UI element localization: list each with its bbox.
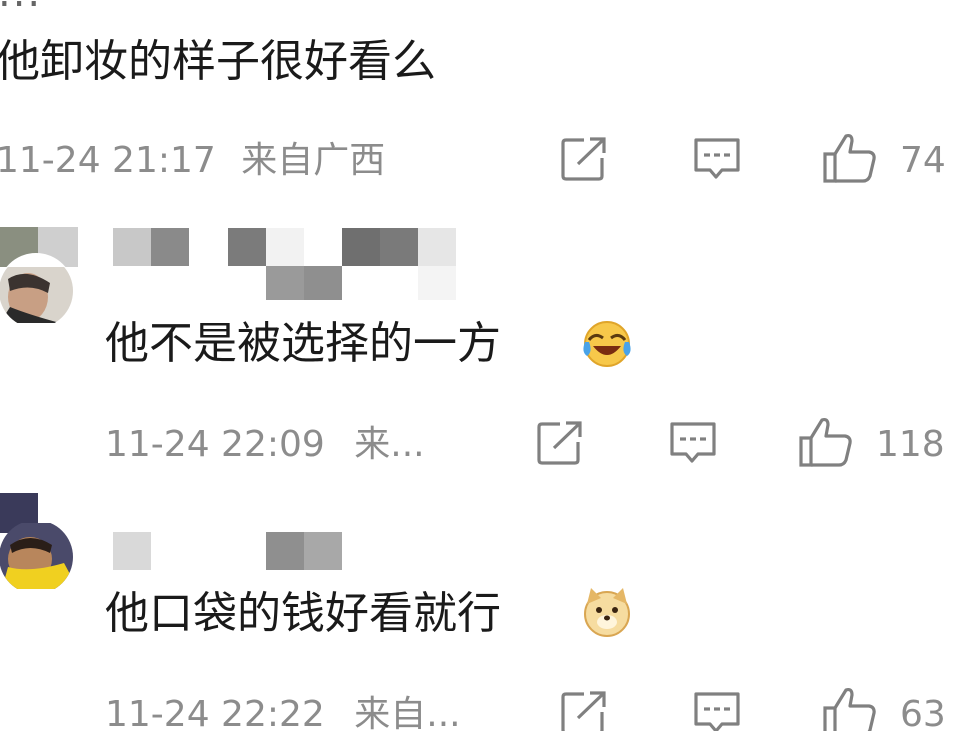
share-icon[interactable]: [536, 420, 584, 466]
reply-location: 来...: [354, 424, 425, 465]
reply-meta: 11-24 22:09 来...: [105, 427, 425, 463]
doge-emoji: [584, 588, 630, 637]
comment-text: 他卸妆的样子很好看么: [0, 36, 436, 87]
reply-text-content: 他不是被选择的一方: [105, 318, 501, 369]
comment-icon[interactable]: [692, 136, 742, 182]
thumbs-up-icon[interactable]: [798, 416, 854, 468]
avatar[interactable]: [0, 493, 78, 589]
laugh-cry-emoji: [583, 321, 631, 367]
reply-location: 来自...: [354, 694, 461, 731]
comment-date: 11-24 21:17: [0, 140, 216, 181]
comment-feed: ... 他卸妆的样子很好看么 11-24 21:17 来自广西 74: [0, 0, 953, 731]
like-count: 63: [900, 694, 946, 731]
reply-text-content: 他口袋的钱好看就行: [105, 588, 501, 639]
like-count: 74: [900, 140, 946, 181]
reply-text: 他不是被选择的一方: [105, 322, 501, 366]
share-icon[interactable]: [560, 690, 608, 731]
comment-icon[interactable]: [668, 420, 718, 466]
like-count: 118: [876, 424, 945, 465]
reply-date: 11-24 22:09: [105, 424, 325, 465]
reply-meta: 11-24 22:22 来自...: [105, 697, 461, 731]
share-icon[interactable]: [560, 136, 608, 182]
truncated-username: ...: [0, 0, 42, 16]
thumbs-up-icon[interactable]: [822, 686, 878, 731]
reply-date: 11-24 22:22: [105, 694, 325, 731]
comment-meta: 11-24 21:17 来自广西: [0, 143, 385, 179]
avatar[interactable]: [0, 227, 78, 323]
thumbs-up-icon[interactable]: [822, 132, 878, 184]
reply-text: 他口袋的钱好看就行: [105, 592, 501, 636]
comment-icon[interactable]: [692, 690, 742, 731]
comment-location: 来自广西: [241, 140, 386, 181]
